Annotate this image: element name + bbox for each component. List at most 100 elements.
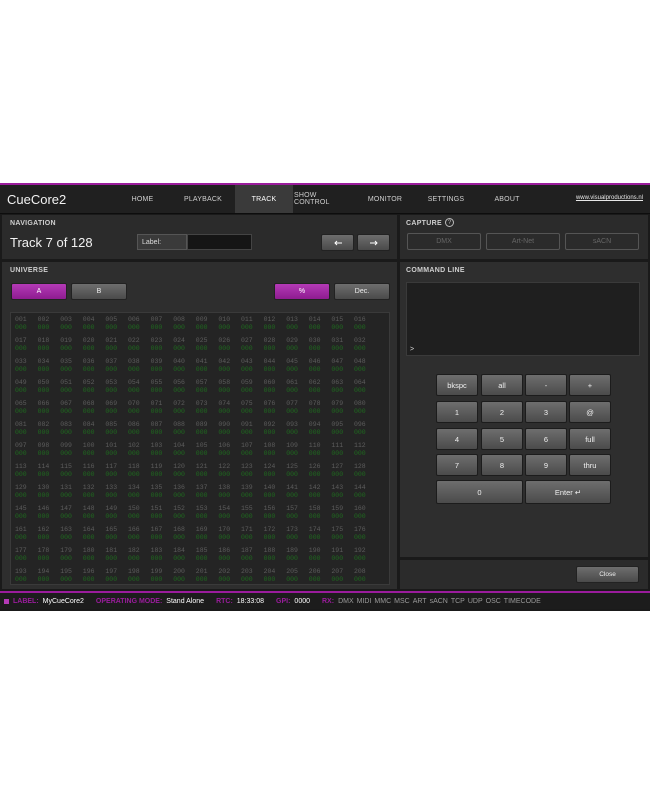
dmx-channel-cell[interactable]: 126 000 — [309, 463, 331, 479]
dmx-channel-cell[interactable]: 131 000 — [60, 484, 82, 500]
dmx-channel-cell[interactable]: 115 000 — [60, 463, 82, 479]
dmx-channel-cell[interactable]: 058 000 — [218, 379, 240, 395]
dmx-channel-cell[interactable]: 063 000 — [331, 379, 353, 395]
key-bkspc[interactable]: bkspc — [436, 374, 478, 396]
dmx-channel-cell[interactable]: 132 000 — [83, 484, 105, 500]
dmx-channel-cell[interactable]: 016 000 — [354, 316, 376, 332]
dmx-channel-cell[interactable]: 147 000 — [60, 505, 82, 521]
dmx-channel-cell[interactable]: 026 000 — [218, 337, 240, 353]
dmx-channel-cell[interactable]: 052 000 — [83, 379, 105, 395]
dmx-channel-cell[interactable]: 156 000 — [264, 505, 286, 521]
dmx-channel-cell[interactable]: 157 000 — [286, 505, 308, 521]
dmx-channel-cell[interactable]: 020 000 — [83, 337, 105, 353]
dmx-channel-cell[interactable]: 096 000 — [354, 421, 376, 437]
dmx-channel-cell[interactable]: 140 000 — [264, 484, 286, 500]
dmx-channel-cell[interactable]: 045 000 — [286, 358, 308, 374]
dmx-channel-cell[interactable]: 074 000 — [218, 400, 240, 416]
dmx-channel-cell[interactable]: 054 000 — [128, 379, 150, 395]
key-plus[interactable]: + — [569, 374, 611, 396]
dmx-channel-cell[interactable]: 162 000 — [38, 526, 60, 542]
dmx-channel-cell[interactable]: 149 000 — [105, 505, 127, 521]
key-enter[interactable]: Enter ↵ — [525, 480, 611, 504]
dmx-channel-cell[interactable]: 034 000 — [38, 358, 60, 374]
dmx-channel-cell[interactable]: 106 000 — [218, 442, 240, 458]
dmx-channel-cell[interactable]: 143 000 — [331, 484, 353, 500]
dmx-channel-cell[interactable]: 158 000 — [309, 505, 331, 521]
dmx-channel-cell[interactable]: 050 000 — [38, 379, 60, 395]
dmx-channel-cell[interactable]: 018 000 — [38, 337, 60, 353]
key-7[interactable]: 7 — [436, 454, 478, 476]
key-5[interactable]: 5 — [481, 428, 523, 450]
dmx-channel-cell[interactable]: 091 000 — [241, 421, 263, 437]
dmx-channel-cell[interactable]: 113 000 — [15, 463, 37, 479]
dmx-channel-cell[interactable]: 001 000 — [15, 316, 37, 332]
dmx-channel-cell[interactable]: 090 000 — [218, 421, 240, 437]
dmx-channel-cell[interactable]: 003 000 — [60, 316, 82, 332]
dmx-channel-cell[interactable]: 077 000 — [286, 400, 308, 416]
dmx-channel-cell[interactable]: 053 000 — [105, 379, 127, 395]
dmx-channel-cell[interactable]: 145 000 — [15, 505, 37, 521]
dmx-channel-cell[interactable]: 028 000 — [264, 337, 286, 353]
dmx-channel-cell[interactable]: 017 000 — [15, 337, 37, 353]
dmx-channel-cell[interactable]: 205 000 — [286, 568, 308, 584]
dmx-channel-cell[interactable]: 072 000 — [173, 400, 195, 416]
dmx-channel-cell[interactable]: 100 000 — [83, 442, 105, 458]
dmx-channel-cell[interactable]: 146 000 — [38, 505, 60, 521]
dmx-channel-cell[interactable]: 178 000 — [38, 547, 60, 563]
dmx-channel-cell[interactable]: 159 000 — [331, 505, 353, 521]
next-track-button[interactable] — [357, 234, 390, 251]
dmx-channel-cell[interactable]: 155 000 — [241, 505, 263, 521]
dmx-channel-cell[interactable]: 006 000 — [128, 316, 150, 332]
dmx-channel-cell[interactable]: 082 000 — [38, 421, 60, 437]
dmx-channel-cell[interactable]: 059 000 — [241, 379, 263, 395]
dmx-channel-cell[interactable]: 165 000 — [105, 526, 127, 542]
dmx-channel-cell[interactable]: 019 000 — [60, 337, 82, 353]
prev-track-button[interactable] — [321, 234, 354, 251]
dmx-channel-cell[interactable]: 122 000 — [218, 463, 240, 479]
dmx-channel-cell[interactable]: 189 000 — [286, 547, 308, 563]
dmx-channel-cell[interactable]: 195 000 — [60, 568, 82, 584]
dmx-channel-cell[interactable]: 023 000 — [151, 337, 173, 353]
nav-show-control[interactable]: SHOW CONTROL — [294, 185, 354, 213]
dmx-channel-cell[interactable]: 111 000 — [331, 442, 353, 458]
dmx-channel-cell[interactable]: 135 000 — [151, 484, 173, 500]
dmx-channel-cell[interactable]: 129 000 — [15, 484, 37, 500]
dmx-channel-cell[interactable]: 128 000 — [354, 463, 376, 479]
universe-a-button[interactable]: A — [11, 283, 67, 300]
dmx-channel-cell[interactable]: 154 000 — [218, 505, 240, 521]
dmx-channel-cell[interactable]: 093 000 — [286, 421, 308, 437]
dmx-channel-cell[interactable]: 193 000 — [15, 568, 37, 584]
dmx-channel-cell[interactable]: 180 000 — [83, 547, 105, 563]
dmx-channel-cell[interactable]: 201 000 — [196, 568, 218, 584]
dmx-channel-cell[interactable]: 062 000 — [309, 379, 331, 395]
dmx-channel-cell[interactable]: 004 000 — [83, 316, 105, 332]
dmx-channel-cell[interactable]: 169 000 — [196, 526, 218, 542]
dmx-channel-cell[interactable]: 067 000 — [60, 400, 82, 416]
dmx-channel-cell[interactable]: 117 000 — [105, 463, 127, 479]
dmx-channel-cell[interactable]: 167 000 — [151, 526, 173, 542]
universe-b-button[interactable]: B — [71, 283, 127, 300]
dmx-channel-cell[interactable]: 174 000 — [309, 526, 331, 542]
dmx-channel-cell[interactable]: 185 000 — [196, 547, 218, 563]
dmx-channel-cell[interactable]: 078 000 — [309, 400, 331, 416]
dmx-channel-cell[interactable]: 197 000 — [105, 568, 127, 584]
dmx-channel-cell[interactable]: 148 000 — [83, 505, 105, 521]
dmx-channel-cell[interactable]: 021 000 — [105, 337, 127, 353]
dmx-channel-cell[interactable]: 130 000 — [38, 484, 60, 500]
dmx-channel-cell[interactable]: 137 000 — [196, 484, 218, 500]
dmx-channel-cell[interactable]: 139 000 — [241, 484, 263, 500]
key-3[interactable]: 3 — [525, 401, 567, 423]
dmx-channel-cell[interactable]: 151 000 — [151, 505, 173, 521]
dmx-channel-cell[interactable]: 042 000 — [218, 358, 240, 374]
percent-button[interactable]: % — [274, 283, 330, 300]
label-input[interactable] — [187, 234, 252, 250]
dmx-channel-cell[interactable]: 080 000 — [354, 400, 376, 416]
dmx-channel-cell[interactable]: 108 000 — [264, 442, 286, 458]
dmx-channel-cell[interactable]: 071 000 — [151, 400, 173, 416]
dmx-channel-cell[interactable]: 014 000 — [309, 316, 331, 332]
dmx-channel-cell[interactable]: 055 000 — [151, 379, 173, 395]
dmx-channel-cell[interactable]: 069 000 — [105, 400, 127, 416]
key-0[interactable]: 0 — [436, 480, 523, 504]
dmx-channel-cell[interactable]: 005 000 — [105, 316, 127, 332]
dmx-channel-cell[interactable]: 036 000 — [83, 358, 105, 374]
